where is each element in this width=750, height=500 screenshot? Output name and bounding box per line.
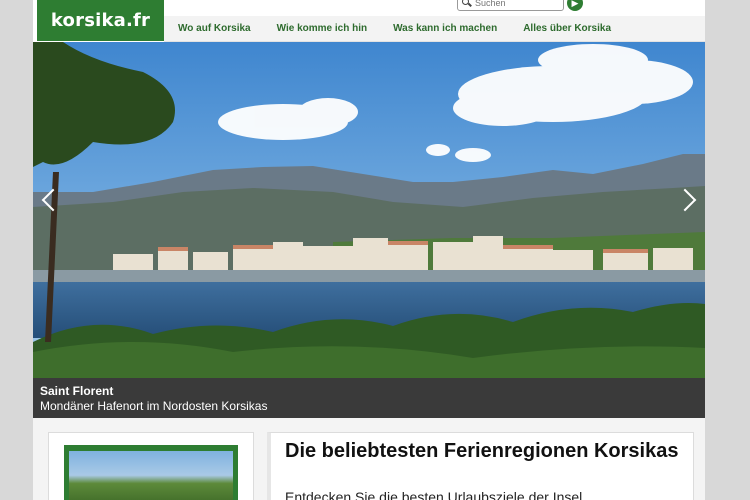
feature-heading: Die beliebtesten Ferienregionen Korsikas <box>285 440 679 462</box>
nav-item-alles-ueber-korsika[interactable]: Alles über Korsika <box>523 23 611 34</box>
hero-title: Saint Florent <box>40 384 114 398</box>
region-thumbnail[interactable] <box>64 445 238 500</box>
content-area: Die beliebtesten Ferienregionen Korsikas… <box>33 418 705 500</box>
feature-subtext: Entdecken Sie die besten Urlaubsziele de… <box>285 489 583 500</box>
arrow-right-icon: ▶ <box>571 0 579 8</box>
nav-item-wie-komme-ich-hin[interactable]: Wie komme ich hin <box>277 23 367 34</box>
hero-caption: Saint Florent Mondäner Hafenort im Nordo… <box>33 378 705 418</box>
region-image <box>69 451 233 500</box>
search-box[interactable] <box>457 0 564 11</box>
search-icon <box>462 0 471 7</box>
top-bar: ▶ <box>164 0 705 16</box>
feature-card: Die beliebtesten Ferienregionen Korsikas… <box>267 432 694 500</box>
site-logo[interactable]: korsika.fr <box>37 0 164 41</box>
hero-slider[interactable] <box>33 42 705 418</box>
region-teaser-card[interactable] <box>48 432 254 500</box>
nav-item-wo-auf-korsika[interactable]: Wo auf Korsika <box>178 23 251 34</box>
main-nav: Wo auf Korsika Wie komme ich hin Was kan… <box>164 16 705 42</box>
hero-image <box>33 42 705 418</box>
nav-item-was-kann-ich-machen[interactable]: Was kann ich machen <box>393 23 497 34</box>
hero-subtitle: Mondäner Hafenort im Nordosten Korsikas <box>40 399 268 413</box>
page: korsika.fr ▶ Wo auf Korsika Wie komme ic… <box>33 0 705 500</box>
site-logo-text: korsika.fr <box>50 10 151 31</box>
search-submit-button[interactable]: ▶ <box>567 0 583 11</box>
search-input[interactable] <box>475 0 555 8</box>
